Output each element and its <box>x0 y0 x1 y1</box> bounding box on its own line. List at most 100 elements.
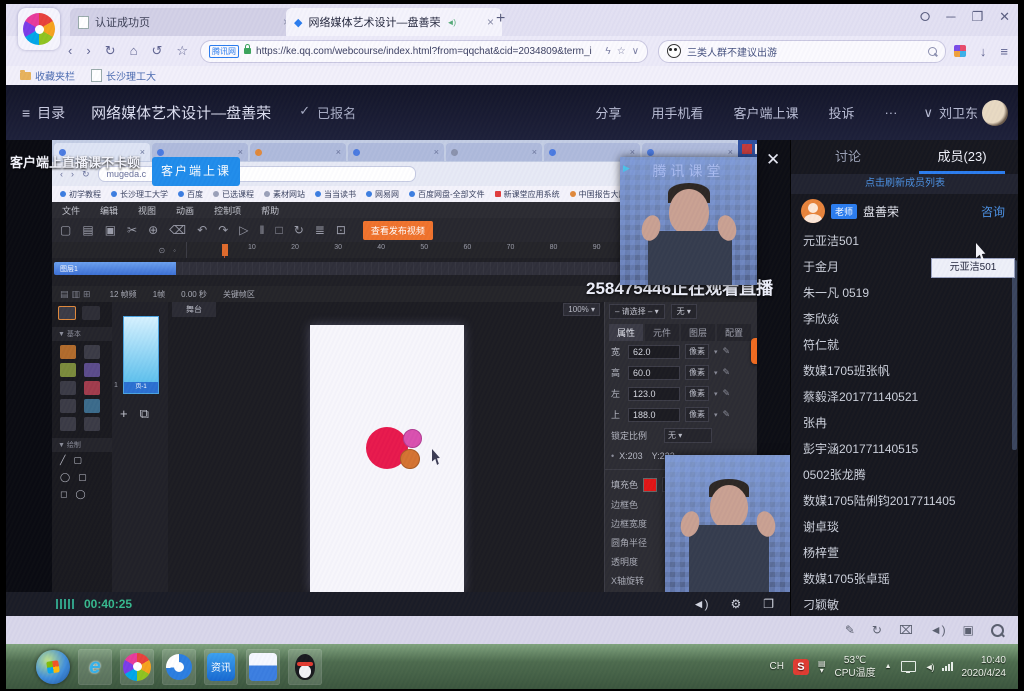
header-action-button[interactable]: 客户端上课 <box>733 103 798 122</box>
member-item[interactable]: 数媒1705张卓瑶 <box>791 566 1005 592</box>
taskbar-window-app[interactable] <box>246 649 280 685</box>
close-tab-icon[interactable]: × <box>487 15 494 29</box>
refresh-icon[interactable]: ↻ <box>872 623 882 637</box>
bookmarks-folder[interactable]: 收藏夹栏 <box>20 68 75 83</box>
taskbar-browser[interactable] <box>120 649 154 685</box>
header-action-button[interactable]: ··· <box>884 105 897 120</box>
teacher-badge: 老师 <box>831 204 857 219</box>
dropdown-icon[interactable]: ∨ <box>632 46 639 57</box>
home-icon[interactable]: ⌂ <box>130 43 138 59</box>
search-box[interactable]: 三类人群不建议出游 <box>658 40 946 63</box>
clock-widget[interactable]: 10:40 2020/4/24 <box>962 654 1007 680</box>
user-menu[interactable]: ∨ 刘卫东 <box>923 103 978 122</box>
header-action-button[interactable]: 投诉 <box>828 103 854 122</box>
taskbar-qq[interactable] <box>288 649 322 685</box>
scrollbar-thumb[interactable] <box>1012 260 1017 450</box>
header-action-button[interactable]: 分享 <box>595 103 621 122</box>
close-window-icon[interactable]: ✕ <box>999 9 1010 25</box>
favicon-dot <box>570 191 576 197</box>
swirl-icon <box>166 654 192 680</box>
search-icon[interactable] <box>928 47 937 56</box>
reload-icon[interactable]: ↻ <box>105 43 116 59</box>
member-item[interactable]: 数媒1705班张帆 <box>791 358 1005 384</box>
history-icon[interactable]: ↺ <box>151 43 162 59</box>
fullscreen-icon[interactable]: ❐ <box>763 597 774 611</box>
network-icon[interactable] <box>901 661 916 672</box>
member-item[interactable]: 张冉 <box>791 410 1005 436</box>
search-hotword[interactable]: 三类人群不建议出游 <box>687 44 777 59</box>
sound-icon[interactable]: ◄) <box>930 623 946 637</box>
back-icon[interactable]: ‹ <box>68 43 72 59</box>
member-item[interactable]: 谢卓琰 <box>791 514 1005 540</box>
open-client-button[interactable]: 客户端上课 <box>152 157 240 186</box>
member-item[interactable]: 彭宇涵201771140515 <box>791 436 1005 462</box>
minimize-icon[interactable]: ─ <box>946 9 955 25</box>
shared-bookmark: 初学教程 <box>60 189 101 200</box>
tab-members[interactable]: 成员(23) <box>905 140 1018 174</box>
shared-bookmark: 长沙理工大学 <box>111 189 168 200</box>
member-item[interactable]: 符仁就 <box>791 332 1005 358</box>
hidden-icons-arrow[interactable]: ▲ <box>885 663 892 670</box>
maximize-icon[interactable]: ❐ <box>971 9 983 25</box>
member-item[interactable]: 蔡毅泽201771140521 <box>791 384 1005 410</box>
close-panel-icon[interactable]: ✕ <box>766 150 780 170</box>
panda-icon <box>667 44 681 58</box>
zoom-select: 100% ▾ <box>563 303 600 316</box>
member-item[interactable]: 数媒1705陆俐钧2017711405 <box>791 488 1005 514</box>
url-text: https://ke.qq.com/webcourse/index.html?f… <box>256 46 592 57</box>
taskbar-ie[interactable]: e <box>78 649 112 685</box>
browser-tab-2-active[interactable]: ◆ 网络媒体艺术设计—盘善荣 ◄) × <box>286 8 502 36</box>
time-value: 0.00 秒 <box>181 289 207 300</box>
window-icon[interactable]: ▣ <box>963 623 974 637</box>
browser-logo[interactable] <box>18 8 60 50</box>
new-tab-button[interactable]: + <box>496 10 505 28</box>
consult-link[interactable]: 咨询 <box>981 203 1005 220</box>
search-icon[interactable] <box>991 624 1004 637</box>
forward-icon[interactable]: › <box>86 43 90 59</box>
member-item[interactable]: 朱一凡 0519 <box>791 280 1005 306</box>
member-item[interactable]: 杨梓萱 <box>791 540 1005 566</box>
catalog-button[interactable]: ≡ 目录 <box>22 103 65 123</box>
bookmark-star-icon[interactable]: ☆ <box>617 46 626 57</box>
keyboard-icon[interactable]: ▤▾ <box>818 660 826 674</box>
timeline-tick: 10 <box>248 244 256 251</box>
settings-gear-icon[interactable]: ⚙ <box>730 597 741 611</box>
start-button[interactable] <box>36 650 70 684</box>
language-indicator[interactable]: CH <box>770 661 784 672</box>
user-avatar[interactable] <box>982 100 1008 126</box>
edit-icon: ✎ <box>723 367 731 378</box>
signal-bars-icon <box>56 599 74 609</box>
tab-discussion[interactable]: 讨论 <box>791 140 905 174</box>
menu-icon[interactable]: ≡ <box>1000 44 1008 59</box>
member-item[interactable]: 李欣焱 <box>791 306 1005 332</box>
refresh-members-link[interactable]: 点击刷新成员列表 <box>791 174 1018 194</box>
sogou-ime-icon[interactable]: S <box>793 659 809 675</box>
apps-grid-icon[interactable] <box>954 45 966 57</box>
header-action-button[interactable]: 用手机看 <box>651 103 703 122</box>
signal-icon[interactable] <box>942 662 953 671</box>
member-list: 元亚洁501于金月朱一凡 0519李欣焱符仁就数媒1705班张帆蔡毅泽20177… <box>791 228 1005 616</box>
member-item[interactable]: 0502张龙腾 <box>791 462 1005 488</box>
volume-icon[interactable]: ◄) <box>925 662 933 672</box>
restore-session-icon[interactable]: ⭘ <box>920 9 930 25</box>
bookmark-item[interactable]: 长沙理工大 <box>91 68 156 83</box>
toolbar-icon: ⊕ <box>148 223 158 237</box>
member-item[interactable]: 元亚洁501 <box>791 228 1005 254</box>
pages-panel: 页-1 1 + ⧉ <box>112 302 169 592</box>
browser-tab-1[interactable]: 认证成功页 × <box>70 8 298 36</box>
property-input: 123.0 <box>628 387 680 401</box>
teacher-row[interactable]: 老师 盘善荣 咨询 <box>791 194 1018 228</box>
member-item[interactable]: 刁颖敏 <box>791 592 1005 616</box>
page-label: 页-1 <box>124 382 158 393</box>
taskbar-news-app[interactable]: 资讯 <box>204 649 238 685</box>
downloads-icon[interactable]: ↓ <box>980 44 987 59</box>
favorite-icon[interactable]: ☆ <box>176 43 188 59</box>
flash-icon[interactable]: ϟ <box>605 46 610 57</box>
edit-icon[interactable]: ✎ <box>845 623 855 637</box>
volume-icon[interactable]: ◄) <box>693 597 709 611</box>
tab-audio-icon[interactable]: ◄) <box>446 18 455 27</box>
address-bar[interactable]: 腾讯网 https://ke.qq.com/webcourse/index.ht… <box>200 40 648 63</box>
delete-icon[interactable]: ⌧ <box>899 623 913 637</box>
editor-menu-item: 编辑 <box>100 204 118 217</box>
taskbar-swirl-app[interactable] <box>162 649 196 685</box>
